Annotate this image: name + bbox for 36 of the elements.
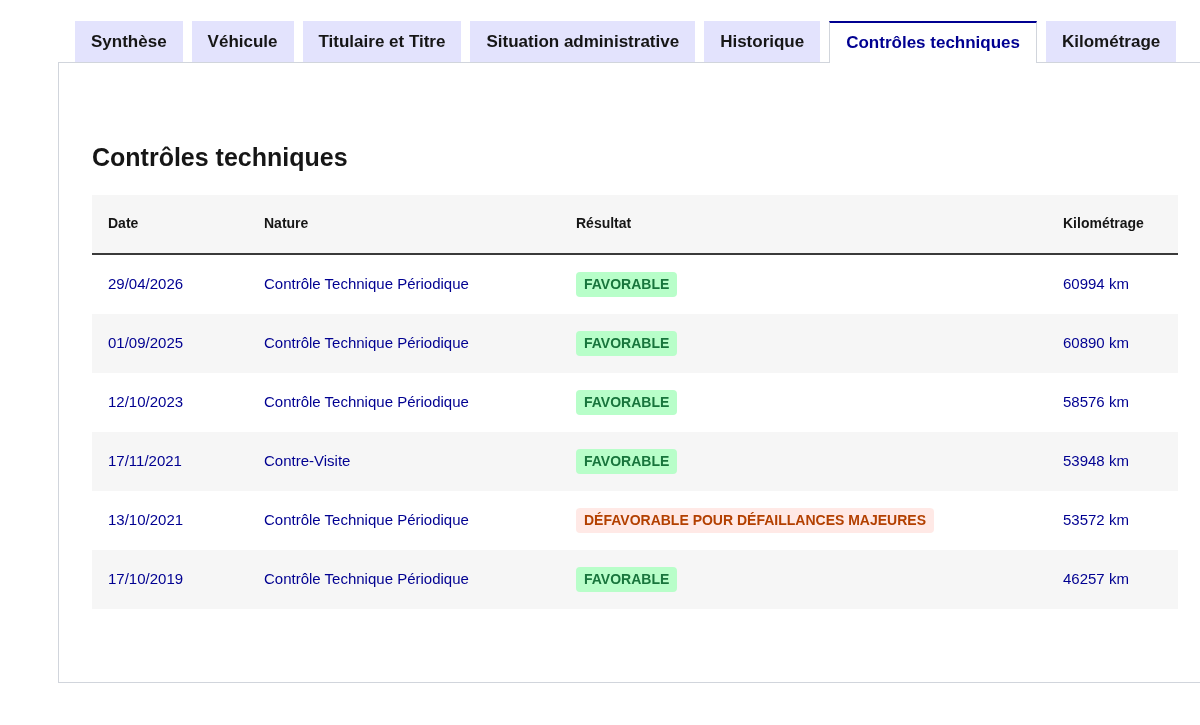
status-badge: FAVORABLE — [576, 566, 678, 592]
tab[interactable]: Véhicule — [191, 21, 294, 63]
column-header: Kilométrage — [1062, 214, 1145, 233]
column-header: Nature — [263, 214, 310, 233]
table-cell-text: 29/04/2026 — [107, 273, 185, 294]
tab[interactable]: Contrôles techniques — [829, 21, 1037, 63]
status-badge: FAVORABLE — [576, 271, 678, 297]
table-cell-text: 46257 km — [1062, 568, 1130, 589]
table-cell-text: 01/09/2025 — [107, 332, 185, 353]
table-cell-text: Contrôle Technique Périodique — [263, 332, 470, 353]
table-cell-text: 53948 km — [1062, 450, 1130, 471]
tab[interactable]: Situation administrative — [470, 21, 696, 63]
tab[interactable]: Kilométrage — [1046, 21, 1177, 63]
section-title: Contrôles techniques — [92, 142, 349, 173]
tab[interactable]: Historique — [704, 21, 821, 63]
table-cell-text: 60994 km — [1062, 273, 1130, 294]
table-cell-text: 60890 km — [1062, 332, 1130, 353]
table-cell-text: 53572 km — [1062, 509, 1130, 530]
table-cell-text: 17/11/2021 — [107, 450, 183, 471]
table-cell-text: 17/10/2019 — [107, 568, 185, 589]
tab[interactable]: Titulaire et Titre — [302, 21, 462, 63]
table-cell-text: Contrôle Technique Périodique — [263, 568, 470, 589]
column-header: Résultat — [575, 214, 633, 233]
table-cell-text: Contre-Visite — [263, 450, 352, 471]
status-badge: FAVORABLE — [576, 448, 678, 474]
column-header: Date — [107, 214, 140, 233]
table-cell-text: Contrôle Technique Périodique — [263, 509, 470, 530]
table-cell-text: 58576 km — [1062, 391, 1130, 412]
table-cell-text: 13/10/2021 — [107, 509, 185, 530]
table-cell-text: Contrôle Technique Périodique — [263, 273, 470, 294]
tab[interactable]: Synthèse — [75, 21, 183, 63]
table-cell-text: 12/10/2023 — [107, 391, 185, 412]
status-badge: FAVORABLE — [576, 330, 678, 356]
status-badge: DÉFAVORABLE POUR DÉFAILLANCES MAJEURES — [576, 507, 934, 533]
status-badge: FAVORABLE — [576, 389, 678, 415]
table-cell-text: Contrôle Technique Périodique — [263, 391, 470, 412]
